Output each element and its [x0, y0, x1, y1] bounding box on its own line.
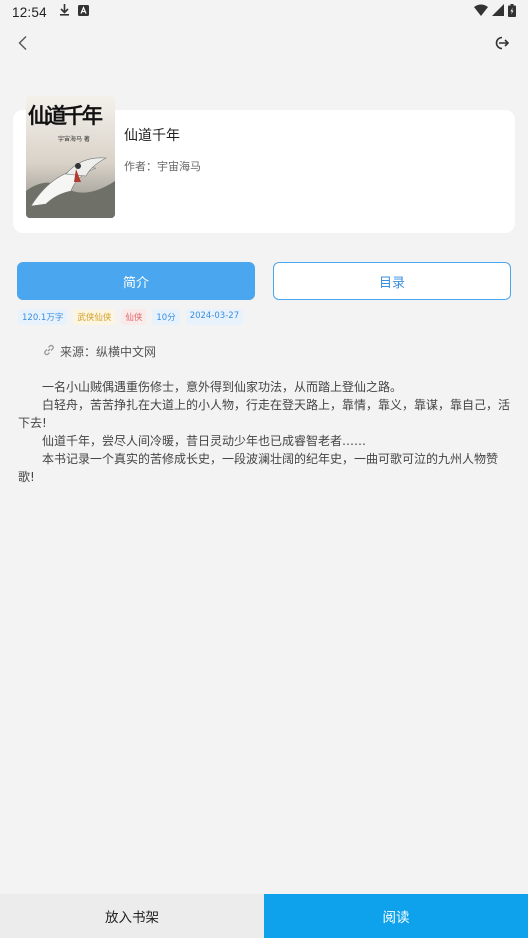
logout-icon [493, 35, 510, 55]
chevron-left-icon [17, 35, 29, 55]
author-name[interactable]: 宇宙海马 [157, 158, 201, 174]
top-bar [0, 30, 528, 60]
link-icon [42, 343, 56, 360]
description-paragraph: 仙道千年，尝尽人间冷暖，昔日灵动少年也已成睿智老者…… [42, 434, 367, 448]
wifi-icon [474, 4, 488, 20]
battery-icon [508, 3, 516, 21]
description-paragraph: 本书记录一个真实的苦修成长史，一段波澜壮阔的纪年史，一曲可歌可泣的九州人物赞歌! [18, 452, 499, 484]
source-text: 来源：纵横中文网 [60, 345, 157, 359]
status-bar: 12:54 [0, 0, 528, 24]
tag-score: 10分 [152, 309, 180, 325]
book-source: 来源：纵横中文网 [42, 343, 156, 360]
tag-list: 120.1万字 武侠仙侠 仙侠 10分 2024-03-27 [18, 309, 244, 325]
read-button[interactable]: 阅读 [264, 894, 528, 938]
book-description: 一名小山贼偶遇重伤修士，意外得到仙家功法，从而踏上登仙之路。 白轻舟，苦苦挣扎在… [18, 378, 512, 486]
tab-intro[interactable]: 简介 [17, 262, 255, 300]
status-time: 12:54 [12, 4, 47, 20]
cover-title-art: 仙道千年 [28, 103, 103, 128]
description-paragraph: 一名小山贼偶遇重伤修士，意外得到仙家功法，从而踏上登仙之路。 [42, 380, 403, 394]
tag-subcategory[interactable]: 仙侠 [121, 309, 147, 325]
book-title: 仙道千年 [124, 128, 180, 144]
cell-signal-icon [492, 4, 504, 20]
book-author: 作者： 宇宙海马 [124, 158, 201, 174]
tab-toc[interactable]: 目录 [273, 262, 511, 300]
tag-category[interactable]: 武侠仙侠 [73, 309, 116, 325]
back-button[interactable] [12, 34, 34, 56]
download-icon [59, 4, 70, 20]
tag-update-date: 2024-03-27 [185, 309, 244, 325]
tag-word-count: 120.1万字 [18, 309, 68, 325]
keyboard-a-icon [77, 4, 89, 20]
author-label: 作者： [124, 160, 157, 173]
exit-button[interactable] [490, 34, 512, 56]
bottom-action-bar: 放入书架 阅读 [0, 894, 528, 938]
add-to-shelf-button[interactable]: 放入书架 [0, 894, 264, 938]
description-paragraph: 白轻舟，苦苦挣扎在大道上的小人物，行走在登天路上，靠情，靠义，靠谋，靠自己，活下… [18, 398, 511, 430]
cover-author-art: 宇宙海马 著 [58, 136, 90, 143]
book-cover[interactable]: 仙道千年 宇宙海马 著 [26, 96, 115, 218]
